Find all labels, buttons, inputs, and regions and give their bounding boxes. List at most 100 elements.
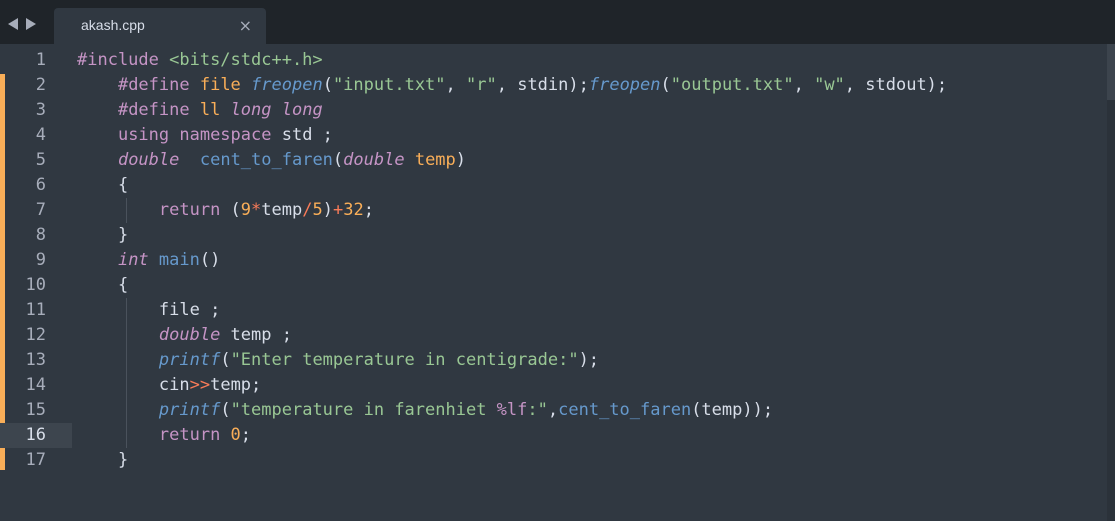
code-token: (temp)); [691, 400, 774, 420]
tab-bar: akash.cpp × [0, 4, 1115, 44]
code-token: ) [455, 150, 467, 170]
code-token: , [445, 75, 467, 95]
tab-title: akash.cpp [81, 17, 145, 33]
code-line[interactable]: #include <bits/stdc++.h> [77, 48, 323, 73]
code-token: "r" [466, 75, 497, 95]
code-line[interactable]: { [77, 273, 128, 298]
code-token: %lf [496, 400, 528, 420]
code-area[interactable]: #include <bits/stdc++.h> #define file fr… [77, 44, 1107, 521]
code-token: #include [77, 50, 170, 70]
line-number: 9 [0, 248, 72, 273]
line-number-text: 9 [35, 250, 46, 270]
code-token: "output.txt" [670, 75, 794, 95]
code-token: ( [220, 400, 231, 420]
code-token: 9 [240, 200, 252, 220]
code-token: double [158, 325, 231, 345]
code-token: , [793, 75, 815, 95]
line-number: 16 [0, 423, 72, 448]
code-line[interactable]: } [77, 223, 128, 248]
code-token: () [199, 250, 221, 270]
line-number: 7 [0, 198, 72, 223]
line-number-text: 16 [25, 425, 46, 445]
code-token: + [333, 200, 344, 220]
left-arrow-icon[interactable] [8, 18, 19, 30]
code-token: #define [117, 100, 200, 120]
code-line[interactable]: #define file freopen ("input.txt", "r" , s… [77, 73, 947, 98]
code-token: ll [199, 100, 231, 120]
line-number: 5 [0, 148, 72, 173]
code-token: ; [240, 425, 252, 445]
code-line[interactable]: cin>>temp; [77, 373, 261, 398]
code-token: "Enter temperature in centigrade:" [230, 350, 579, 370]
line-number-text: 7 [35, 200, 46, 220]
code-token: ) [322, 200, 333, 220]
line-number-gutter: 1 2 3 4 5 6 7 8 9 10 11 12 13 14 15 16 17 [0, 44, 72, 521]
line-number-text: 10 [25, 275, 46, 295]
code-line[interactable]: return (9*temp/5)+32; [77, 198, 374, 223]
code-editor[interactable]: 1 2 3 4 5 6 7 8 9 10 11 12 13 14 15 16 17 #include <bits… [0, 44, 1115, 521]
line-number-text: 15 [25, 400, 46, 420]
code-token: ( [332, 150, 344, 170]
code-token: / [302, 200, 313, 220]
scrollbar-thumb[interactable] [1107, 44, 1115, 100]
code-token: long long [230, 100, 323, 120]
line-number: 17 [0, 448, 72, 473]
line-number: 1 [0, 48, 72, 73]
line-number-text: 14 [25, 375, 46, 395]
code-token: std ; [281, 125, 333, 145]
code-line[interactable]: using namespace std ; [77, 123, 333, 148]
line-number-text: 17 [25, 450, 46, 470]
line-number: 12 [0, 323, 72, 348]
code-line[interactable]: file ; [77, 298, 220, 323]
code-line[interactable]: #define ll long long [77, 98, 323, 123]
code-token: ( [322, 75, 333, 95]
line-number-text: 4 [35, 125, 46, 145]
code-line[interactable]: int main() [77, 248, 220, 273]
close-icon[interactable]: × [239, 16, 252, 35]
code-token: #define [117, 75, 200, 95]
code-token: , [547, 400, 559, 420]
code-token: printf [158, 400, 221, 420]
code-token: } [117, 450, 129, 470]
code-token: } [117, 225, 129, 245]
code-token: file [199, 75, 252, 95]
code-token: temp ; [230, 325, 292, 345]
code-token: "input.txt" [332, 75, 446, 95]
code-line[interactable]: printf("temperature in farenhiet %lf:",c… [77, 398, 773, 423]
code-line[interactable]: return 0; [77, 423, 251, 448]
code-token: ( [230, 200, 241, 220]
code-token: * [251, 200, 262, 220]
code-token: ( [220, 350, 231, 370]
line-number: 11 [0, 298, 72, 323]
code-token: using namespace [117, 125, 282, 145]
code-line[interactable]: } [77, 448, 128, 473]
code-token: :" [527, 400, 548, 420]
code-token: , stdout); [844, 75, 948, 95]
line-number-text: 5 [35, 150, 46, 170]
file-tab[interactable]: akash.cpp × [54, 8, 266, 44]
code-line[interactable]: printf("Enter temperature in centigrade:… [77, 348, 599, 373]
code-line[interactable]: double temp ; [77, 323, 292, 348]
code-line[interactable]: double cent_to_faren(double temp) [77, 148, 466, 173]
tab-navigation [8, 14, 36, 34]
line-number-text: 11 [25, 300, 46, 320]
code-line[interactable]: { [77, 173, 128, 198]
line-number: 10 [0, 273, 72, 298]
vertical-scrollbar[interactable] [1107, 44, 1115, 521]
code-token: freopen [588, 75, 661, 95]
line-number: 8 [0, 223, 72, 248]
code-token: "temperature in farenhiet [230, 400, 497, 420]
line-number-text: 2 [35, 75, 46, 95]
code-token: { [117, 175, 129, 195]
right-arrow-icon[interactable] [25, 18, 36, 30]
